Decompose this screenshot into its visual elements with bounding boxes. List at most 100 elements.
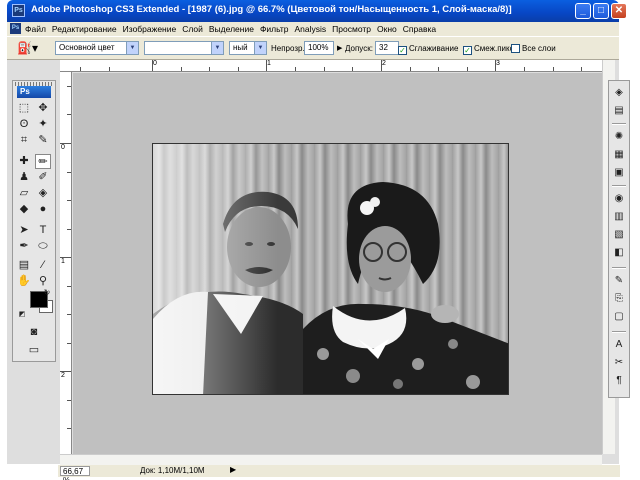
ruler-label: 1 [267,60,271,67]
character-panel-icon[interactable]: A [611,337,627,353]
hand-tool-icon[interactable]: ✋ [16,274,32,289]
menu-window[interactable]: Окно [377,24,397,34]
menu-layer[interactable]: Слой [182,24,203,34]
tolerance-label: Допуск: [345,44,373,53]
menu-edit[interactable]: Редактирование [52,24,117,34]
brushes-panel-icon[interactable]: ✎ [611,273,627,289]
clone-stamp-tool-icon[interactable]: ♟ [16,170,32,185]
opacity-label: Непрозр.: [271,44,307,53]
masks-panel-icon[interactable]: ◧ [611,245,627,261]
title-bar: Ps Adobe Photoshop CS3 Extended - [1987 … [7,0,627,22]
panel-dock: ◈ ▤ ✺ ▦ ▣ ◉ ▥ ▧ ◧ ✎ ⎘ ▢ A ✂ ¶ [608,80,630,398]
close-button[interactable]: ✕ [611,3,627,19]
options-bar: ⛽▾ Основной цвет ▼ ▼ ный ▼ Непрозр.: 100… [7,36,619,60]
menu-help[interactable]: Справка [403,24,436,34]
tolerance-field[interactable]: 32 [375,41,399,55]
tools-panel: Ps ⬚ ✥ ʘ ✦ ⌗ ✎ ✚ ✏ ♟ ✐ ▱ ◈ ◆ ● ➤ T ✒ ⬭ ▤… [12,80,56,362]
eyedropper-tool-icon[interactable]: ⁄ [35,258,51,273]
window-title: Adobe Photoshop CS3 Extended - [1987 (6)… [31,4,512,15]
status-bar: 66,67 % Док: 1,10M/1,10M ▶ [58,465,620,480]
menu-bar: Ps Файл Редактирование Изображение Слой … [7,22,619,36]
path-selection-tool-icon[interactable]: ➤ [16,223,32,238]
shape-tool-icon[interactable]: ⬭ [35,239,51,254]
vertical-ruler[interactable]: 0 1 2 [60,72,72,454]
menu-image[interactable]: Изображение [123,24,177,34]
blur-tool-icon[interactable]: ◆ [16,202,32,217]
blend-mode-select[interactable]: ный ▼ [229,41,267,55]
move-tool-icon[interactable]: ✥ [35,101,51,116]
chevron-down-icon: ▼ [126,42,138,54]
lasso-tool-icon[interactable]: ʘ [16,117,32,132]
crop-tool-icon[interactable]: ⌗ [16,133,32,148]
document-icon[interactable]: Ps [10,23,21,34]
opacity-value: 100% [308,43,329,52]
history-panel-icon[interactable]: ▥ [611,209,627,225]
clone-source-panel-icon[interactable]: ⎘ [611,291,627,307]
status-menu-arrow-icon[interactable]: ▶ [230,465,236,474]
maximize-button[interactable]: □ [593,3,609,19]
pen-tool-icon[interactable]: ✒ [16,239,32,254]
chevron-down-icon: ▼ [254,42,266,54]
default-colors-icon[interactable]: ◩ [14,307,30,322]
document-size: Док: 1,10M/1,10M [140,466,205,475]
chevron-down-icon: ▼ [211,42,223,54]
navigator-panel-icon[interactable]: ◈ [611,85,627,101]
brush-tool-icon[interactable]: ✏ [35,154,51,169]
horizontal-scrollbar[interactable] [60,454,602,465]
checkbox-checked-icon: ✓ [463,46,472,55]
photo-illustration [153,144,508,394]
paint-bucket-tool-icon[interactable]: ◈ [35,186,51,201]
tolerance-value: 32 [379,43,388,52]
all-layers-checkbox[interactable]: Все слои [511,44,556,53]
checkbox-checked-icon: ✓ [398,46,407,55]
paragraph-panel-icon[interactable]: ¶ [611,373,627,389]
contiguous-checkbox[interactable]: ✓ Смеж.пикс [463,44,514,55]
ruler-label: 0 [153,60,157,67]
menu-filter[interactable]: Фильтр [260,24,289,34]
blend-mode-value: ный [233,43,248,52]
swatches-panel-icon[interactable]: ▦ [611,147,627,163]
tool-presets-panel-icon[interactable]: ▢ [611,309,627,325]
slice-tool-icon[interactable]: ✎ [35,133,51,148]
ruler-label: 0 [61,144,65,151]
ruler-label: 3 [496,60,500,67]
photoshop-logo[interactable]: Ps [17,86,51,98]
menu-select[interactable]: Выделение [209,24,254,34]
eraser-tool-icon[interactable]: ▱ [16,186,32,201]
opacity-arrow-icon[interactable]: ▶ [337,44,342,52]
antialias-label: Сглаживание [409,44,459,53]
photoshop-app-icon[interactable]: Ps [12,4,25,17]
fill-source-select[interactable]: Основной цвет ▼ [55,41,139,55]
history-brush-tool-icon[interactable]: ✐ [35,170,51,185]
marquee-tool-icon[interactable]: ⬚ [16,101,32,116]
swap-colors-icon[interactable]: ↻ [39,285,55,300]
screen-mode-icon[interactable]: ▭ [26,343,42,358]
quick-mask-icon[interactable]: ◙ [26,325,42,340]
layers-panel-icon[interactable]: ▤ [611,103,627,119]
zoom-field[interactable]: 66,67 % [60,466,90,480]
ruler-label: 2 [61,372,65,379]
pattern-select[interactable]: ▼ [144,41,224,55]
magic-wand-tool-icon[interactable]: ✦ [35,117,51,132]
all-layers-label: Все слои [522,44,556,53]
type-tool-icon[interactable]: T [35,223,51,238]
document-photo[interactable] [152,143,509,395]
minimize-button[interactable]: _ [575,3,591,19]
measurement-panel-icon[interactable]: ✂ [611,355,627,371]
ruler-label: 1 [61,258,65,265]
channels-panel-icon[interactable]: ◉ [611,191,627,207]
healing-brush-tool-icon[interactable]: ✚ [16,154,32,169]
horizontal-ruler[interactable]: 0 1 2 3 [60,60,602,72]
notes-tool-icon[interactable]: ▤ [16,258,32,273]
antialias-checkbox[interactable]: ✓ Сглаживание [398,44,458,55]
menu-view[interactable]: Просмотр [332,24,371,34]
menu-file[interactable]: Файл [25,24,46,34]
color-panel-icon[interactable]: ✺ [611,129,627,145]
menu-analysis[interactable]: Analysis [295,24,327,34]
actions-panel-icon[interactable]: ▧ [611,227,627,243]
paint-bucket-preset-icon[interactable]: ⛽▾ [17,40,45,57]
styles-panel-icon[interactable]: ▣ [611,165,627,181]
opacity-field[interactable]: 100% [304,41,334,55]
dodge-tool-icon[interactable]: ● [35,202,51,217]
ruler-label: 2 [382,60,386,67]
